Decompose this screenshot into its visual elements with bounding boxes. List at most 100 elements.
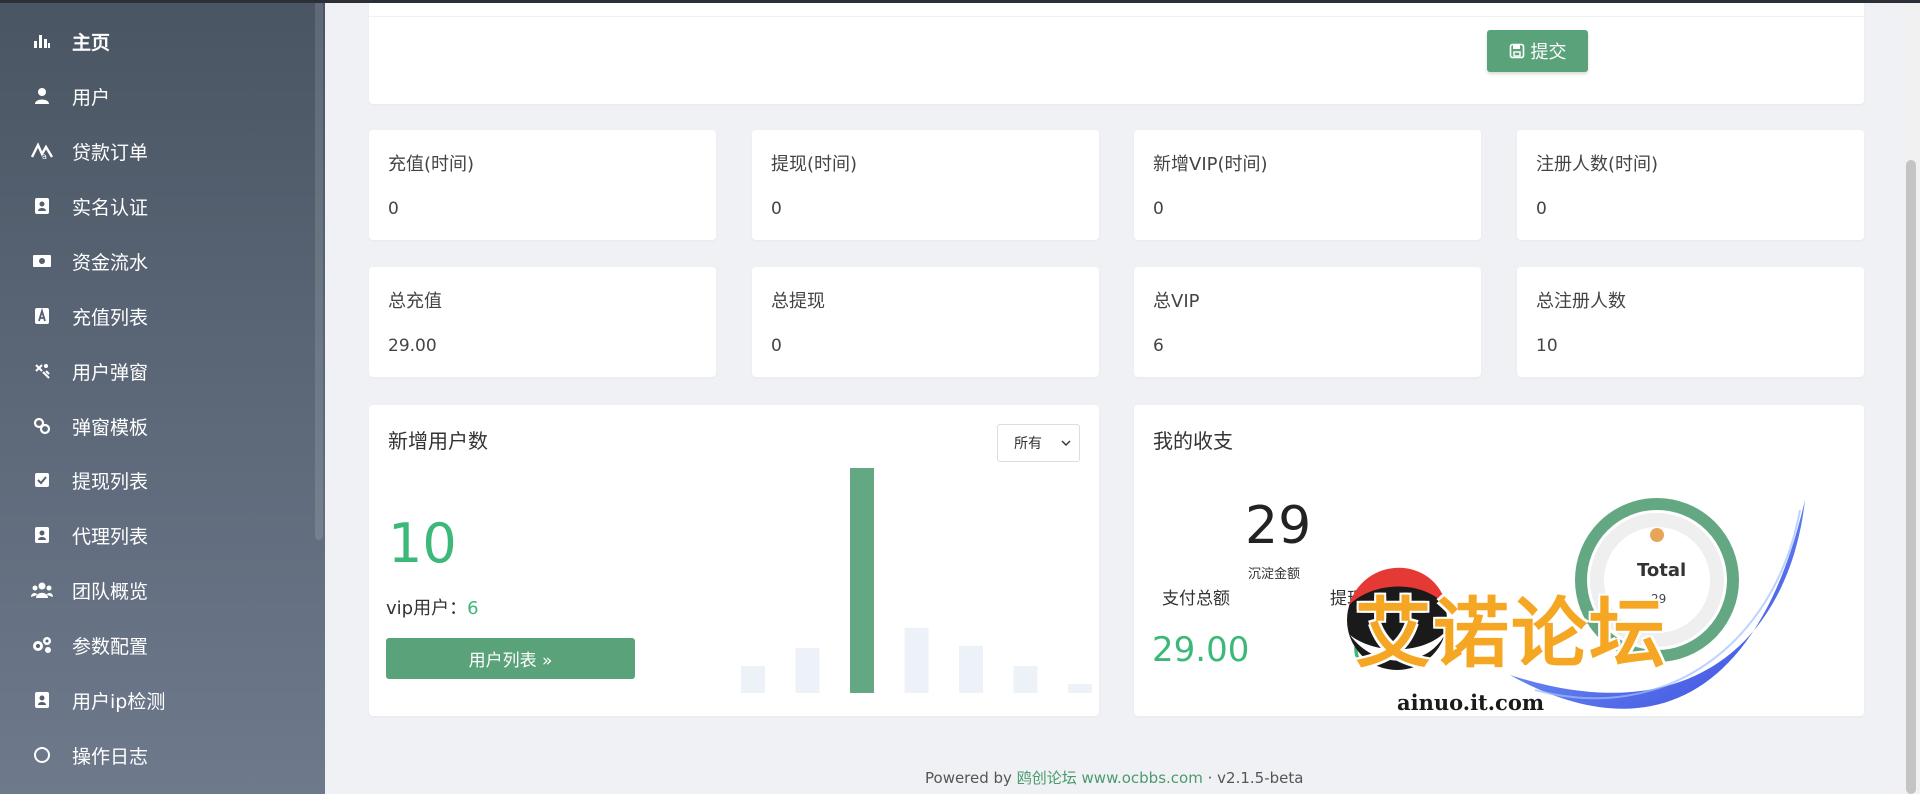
stat-card-new-vip-time: 新增VIP(时间) 0 <box>1134 130 1481 240</box>
sidebar-item-agent-list[interactable]: 代理列表 <box>0 508 315 562</box>
stat-label: 总充值 <box>388 291 442 312</box>
sidebar-item-settings[interactable]: 参数配置 <box>0 618 315 672</box>
footer-site-link[interactable]: www.ocbbs.com <box>1082 769 1203 787</box>
chart-bar <box>850 468 874 693</box>
team-icon <box>30 579 54 601</box>
stat-value: 0 <box>388 199 399 219</box>
stat-label: 新增VIP(时间) <box>1153 154 1268 175</box>
chart-bar <box>795 648 820 693</box>
pay-total-value: 29.00 <box>1152 630 1250 670</box>
stat-value: 10 <box>1536 336 1558 356</box>
stat-label: 总VIP <box>1153 291 1200 312</box>
select-value: 所有 <box>1014 436 1042 452</box>
deposit-label: 沉淀金额 <box>1248 567 1301 582</box>
save-icon <box>1509 43 1524 59</box>
sidebar: 主页 用户 a 贷款订单 实名认证 资金流水 充值列表 用户弹窗 弹窗模板 提现… <box>0 0 325 794</box>
sidebar-item-real-name[interactable]: 实名认证 <box>0 179 315 233</box>
page-scrollbar-thumb[interactable] <box>1906 160 1916 794</box>
footer: Powered by 鸥创论坛 www.ocbbs.com · v2.1.5-b… <box>925 767 1303 788</box>
stat-label: 充值(时间) <box>388 154 475 175</box>
agent-icon <box>30 524 54 546</box>
vip-label: vip用户： <box>386 598 468 619</box>
sidebar-item-label: 参数配置 <box>72 635 149 658</box>
form-card <box>369 0 1864 104</box>
footer-separator: · <box>1207 769 1213 787</box>
loan-icon: a <box>30 140 54 162</box>
user-list-button[interactable]: 用户列表 » <box>386 638 635 679</box>
new-users-bar-chart <box>741 468 1092 693</box>
gears-icon <box>30 634 54 656</box>
sidebar-item-team-overview[interactable]: 团队概览 <box>0 563 315 617</box>
sidebar-item-label: 实名认证 <box>72 196 149 219</box>
sidebar-item-home[interactable]: 主页 <box>0 14 315 68</box>
watermark-url: ainuo.it.com <box>1397 690 1545 715</box>
chart-bar <box>741 666 765 693</box>
id-card-icon <box>30 195 54 217</box>
user-list-label: 用户列表 » <box>468 651 553 671</box>
stat-label: 总注册人数 <box>1536 291 1626 312</box>
divider <box>369 16 1864 17</box>
sidebar-scrollbar[interactable] <box>315 0 323 540</box>
sidebar-item-label: 资金流水 <box>72 251 149 274</box>
stat-value: 0 <box>1536 199 1547 219</box>
stat-value: 6 <box>1153 336 1164 356</box>
popup-icon <box>30 360 54 382</box>
new-user-count: 10 <box>388 512 457 575</box>
sidebar-item-recharge-list[interactable]: 充值列表 <box>0 289 315 343</box>
deposit-value: 29 <box>1245 496 1312 556</box>
sidebar-item-label: 充值列表 <box>72 306 149 329</box>
ip-icon <box>30 689 54 711</box>
money-icon <box>30 250 54 272</box>
stat-label: 总提现 <box>771 291 825 312</box>
stat-label: 提现(时间) <box>771 154 858 175</box>
sidebar-item-label: 团队概览 <box>72 580 149 603</box>
card-title: 新增用户数 <box>388 429 488 453</box>
time-filter-select[interactable]: 所有 <box>997 424 1080 462</box>
svg-text:a: a <box>42 152 47 160</box>
card-title: 我的收支 <box>1153 429 1233 453</box>
stat-card-withdraw-time: 提现(时间) 0 <box>752 130 1099 240</box>
stat-card-recharge-time: 充值(时间) 0 <box>369 130 716 240</box>
template-icon <box>30 415 54 437</box>
stat-card-total-recharge: 总充值 29.00 <box>369 267 716 377</box>
sidebar-item-ip-check[interactable]: 用户ip检测 <box>0 673 315 727</box>
stat-card-total-vip: 总VIP 6 <box>1134 267 1481 377</box>
stat-card-register-time: 注册人数(时间) 0 <box>1517 130 1864 240</box>
pay-total-label: 支付总额 <box>1162 589 1230 609</box>
sidebar-item-label: 代理列表 <box>72 525 149 548</box>
sidebar-item-operation-log[interactable]: 操作日志 <box>0 728 315 782</box>
sidebar-item-label: 弹窗模板 <box>72 416 149 439</box>
submit-button[interactable]: 提交 <box>1487 30 1588 72</box>
vip-count: 6 <box>467 598 479 619</box>
stat-card-total-withdraw: 总提现 0 <box>752 267 1099 377</box>
chart-bar <box>1068 684 1092 693</box>
footer-brand-link[interactable]: 鸥创论坛 <box>1017 769 1077 787</box>
sidebar-item-loan-orders[interactable]: a 贷款订单 <box>0 124 315 178</box>
submit-label: 提交 <box>1530 42 1567 63</box>
bar-chart-icon <box>30 30 54 52</box>
recharge-icon <box>30 305 54 327</box>
sidebar-item-label: 操作日志 <box>72 745 149 768</box>
sidebar-item-popup-template[interactable]: 弹窗模板 <box>0 399 315 453</box>
sidebar-item-label: 用户弹窗 <box>72 361 149 384</box>
stat-value: 0 <box>1153 199 1164 219</box>
chart-bar <box>959 645 983 693</box>
vip-user-line: vip用户：6 <box>386 594 479 620</box>
sidebar-item-label: 主页 <box>72 31 111 54</box>
sidebar-item-label: 用户 <box>72 86 111 109</box>
sidebar-item-users[interactable]: 用户 <box>0 69 315 123</box>
sidebar-item-user-popup[interactable]: 用户弹窗 <box>0 344 315 398</box>
stat-label: 注册人数(时间) <box>1536 154 1659 175</box>
sidebar-item-label: 提现列表 <box>72 470 149 493</box>
chart-bar <box>1013 666 1038 693</box>
top-border <box>0 0 1920 3</box>
watermark-text: 艾诺论坛 <box>1355 589 1667 678</box>
page-scrollbar[interactable] <box>1902 0 1920 794</box>
sidebar-item-fund-flow[interactable]: 资金流水 <box>0 234 315 288</box>
sidebar-item-withdraw-list[interactable]: 提现列表 <box>0 453 315 507</box>
chevron-down-icon <box>1061 440 1071 446</box>
stat-card-total-registered: 总注册人数 10 <box>1517 267 1864 377</box>
sidebar-item-label: 贷款订单 <box>72 141 149 164</box>
circle-icon <box>30 744 54 766</box>
stat-value: 29.00 <box>388 336 437 356</box>
